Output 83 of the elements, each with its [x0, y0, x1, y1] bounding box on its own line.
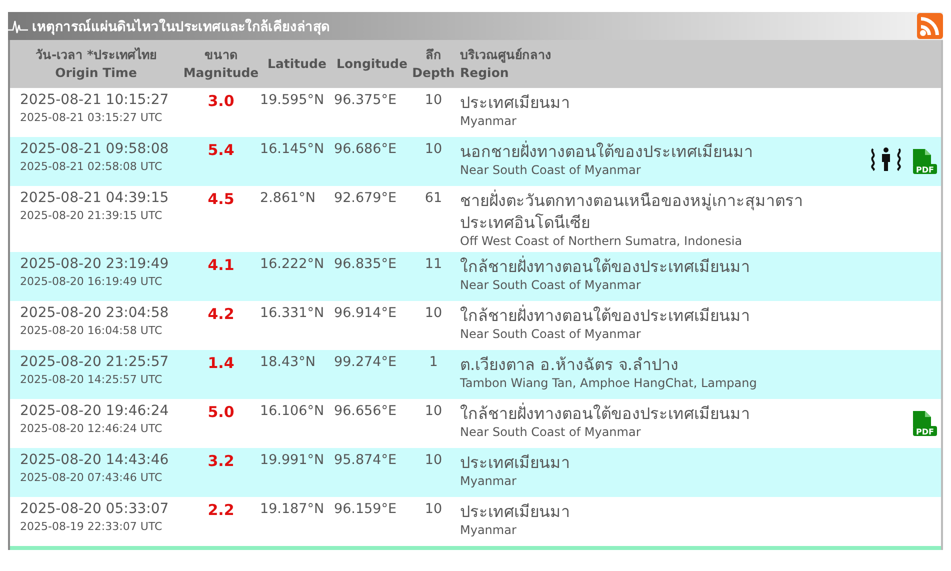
- region-thai: ประเทศเมียนมา: [460, 452, 571, 474]
- latitude: 2.861°N: [260, 190, 316, 208]
- region-english: Near South Coast of Myanmar: [460, 425, 642, 439]
- depth: 1: [428, 354, 439, 372]
- region-english: Myanmar: [460, 474, 518, 488]
- panel-title: เหตุการณ์แผ่นดินไหวในประเทศและใกล้เคียงล่าสุด: [32, 18, 330, 37]
- latitude: 16.222°N: [260, 256, 326, 274]
- depth: 11: [424, 256, 444, 274]
- latitude: 16.145°N: [260, 141, 326, 159]
- longitude: 96.159°E: [334, 501, 398, 519]
- magnitude: 4.5: [206, 190, 236, 210]
- local-time: 2025-08-21 09:58:08: [20, 141, 170, 157]
- latitude: 18.43°N: [260, 354, 316, 372]
- magnitude: 5.0: [206, 403, 236, 423]
- region-english: Near South Coast of Myanmar: [460, 163, 642, 177]
- utc-time: 2025-08-20 14:25:57 UTC: [20, 373, 164, 386]
- magnitude: 5.4: [206, 141, 236, 161]
- latitude: 19.187°N: [260, 501, 326, 519]
- depth: 10: [424, 403, 444, 421]
- people-shaking-icon[interactable]: [869, 147, 903, 171]
- seismograph-icon: [8, 18, 28, 34]
- region-thai: ใกล้ชายฝั่งทางตอนใต้ของประเทศเมียนมา: [460, 403, 751, 425]
- utc-time: 2025-08-20 07:43:46 UTC: [20, 471, 164, 484]
- local-time: 2025-08-20 14:43:46: [20, 452, 170, 468]
- region-thai: ประเทศเมียนมา: [460, 92, 571, 114]
- longitude: 96.914°E: [334, 305, 398, 323]
- depth: 10: [424, 92, 444, 110]
- region-english: Near South Coast of Myanmar: [460, 327, 642, 341]
- longitude: 99.274°E: [334, 354, 398, 372]
- depth: 10: [424, 141, 444, 159]
- magnitude: 3.2: [206, 452, 236, 472]
- local-time: 2025-08-20 23:19:49: [20, 256, 170, 272]
- local-time: 2025-08-20 19:46:24: [20, 403, 170, 419]
- depth: 10: [424, 305, 444, 323]
- longitude: 96.375°E: [334, 92, 398, 110]
- region-thai: นอกชายฝั่งทางตอนใต้ของประเทศเมียนมา: [460, 141, 754, 163]
- region-thai: ต.เวียงตาล อ.ห้างฉัตร จ.ลำปาง: [460, 354, 680, 376]
- longitude: 96.686°E: [334, 141, 398, 159]
- region-english: Off West Coast of Northern Sumatra, Indonesia: [460, 234, 744, 248]
- latitude: 19.595°N: [260, 92, 326, 110]
- depth: 10: [424, 501, 444, 519]
- local-time: 2025-08-20 05:33:07: [20, 501, 170, 517]
- magnitude: 2.2: [206, 501, 236, 521]
- rss-icon[interactable]: [917, 13, 943, 39]
- longitude: 96.835°E: [334, 256, 398, 274]
- longitude: 92.679°E: [334, 190, 398, 208]
- region-english: Myanmar: [460, 114, 518, 128]
- local-time: 2025-08-21 04:39:15: [20, 190, 170, 206]
- column-header: บริเวณศูนย์กลาง Region: [459, 46, 552, 82]
- magnitude: 4.1: [206, 256, 236, 276]
- column-header: Latitude: [266, 55, 328, 73]
- longitude: 95.874°E: [334, 452, 398, 470]
- column-header: ขนาด Magnitude: [182, 46, 260, 82]
- column-header: ลึก Depth: [411, 46, 456, 82]
- latitude: 19.991°N: [260, 452, 326, 470]
- region-thai: ชายฝั่งตะวันตกทางตอนเหนือของหมู่เกาะสุมาตรา: [460, 190, 804, 212]
- local-time: 2025-08-20 23:04:58: [20, 305, 170, 321]
- region-english: Tambon Wiang Tan, Amphoe HangChat, Lampang: [460, 376, 758, 390]
- magnitude: 4.2: [206, 305, 236, 325]
- region-thai: ประเทศอินโดนีเซีย: [460, 212, 591, 234]
- region-thai: ประเทศเมียนมา: [460, 501, 571, 523]
- longitude: 96.656°E: [334, 403, 398, 421]
- local-time: 2025-08-21 10:15:27: [20, 92, 170, 108]
- utc-time: 2025-08-20 12:46:24 UTC: [20, 422, 164, 435]
- region-english: Near South Coast of Myanmar: [460, 278, 642, 292]
- local-time: 2025-08-20 21:25:57: [20, 354, 170, 370]
- depth: 61: [424, 190, 444, 208]
- region-thai: ใกล้ชายฝั่งทางตอนใต้ของประเทศเมียนมา: [460, 305, 751, 327]
- column-header: Longitude: [336, 55, 408, 73]
- depth: 10: [424, 452, 444, 470]
- column-header: วัน-เวลา *ประเทศไทย Origin Time: [34, 46, 158, 82]
- latitude: 16.106°N: [260, 403, 326, 421]
- magnitude: 3.0: [206, 92, 236, 112]
- latitude: 16.331°N: [260, 305, 326, 323]
- region-thai: ใกล้ชายฝั่งทางตอนใต้ของประเทศเมียนมา: [460, 256, 751, 278]
- magnitude: 1.4: [206, 354, 236, 374]
- utc-time: 2025-08-20 16:19:49 UTC: [20, 275, 164, 288]
- utc-time: 2025-08-20 21:39:15 UTC: [20, 209, 164, 222]
- utc-time: 2025-08-21 02:58:08 UTC: [20, 160, 164, 173]
- utc-time: 2025-08-19 22:33:07 UTC: [20, 520, 164, 533]
- region-english: Myanmar: [460, 523, 518, 537]
- utc-time: 2025-08-21 03:15:27 UTC: [20, 111, 164, 124]
- utc-time: 2025-08-20 16:04:58 UTC: [20, 324, 164, 337]
